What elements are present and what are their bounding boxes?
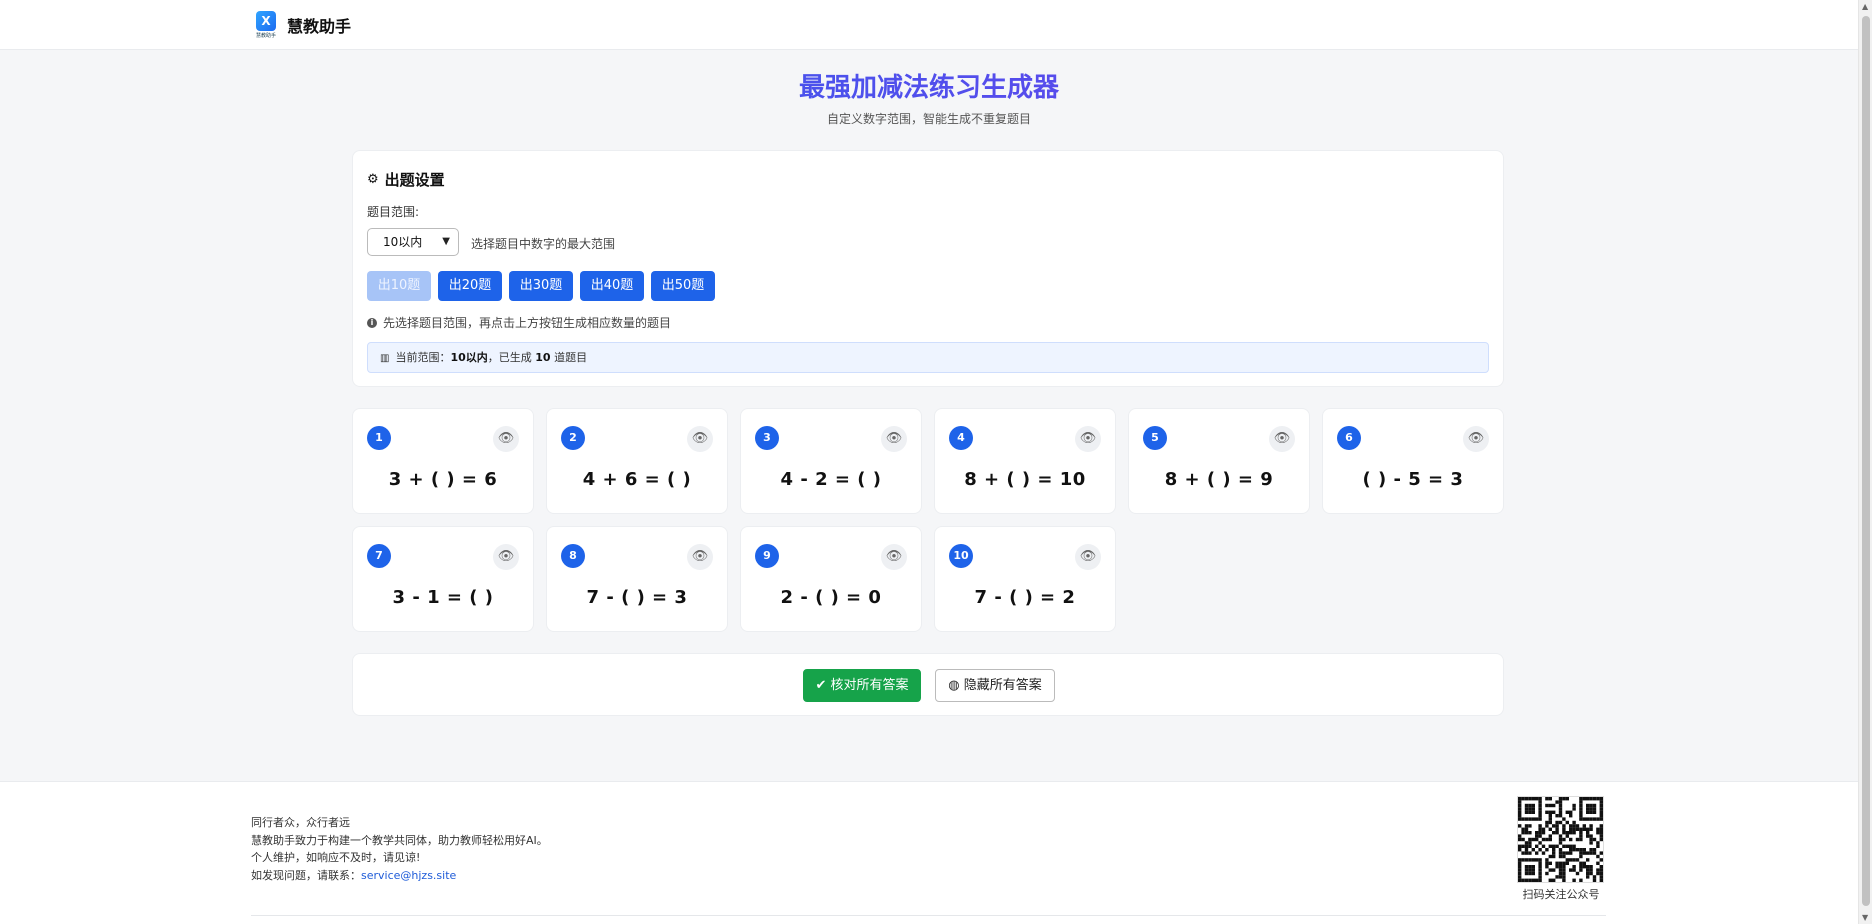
scroll-down-arrow-icon[interactable]: ▼	[1862, 913, 1868, 922]
question-number-badge: 2	[561, 426, 585, 450]
status-bar: ▥ 当前范围：10以内，已生成 10 道题目	[367, 342, 1489, 373]
eye-icon[interactable]: 👁	[881, 544, 907, 570]
top-navbar: X 慧教助手 慧教助手	[0, 0, 1858, 50]
status-count: 10	[535, 351, 551, 364]
eye-icon[interactable]: 👁	[493, 426, 519, 452]
question-card: 3 👁 4 - 2 = ( )	[740, 408, 922, 514]
info-icon: i	[367, 317, 377, 328]
check-icon: ✔	[815, 678, 827, 693]
settings-title: ⚙ 出题设置	[367, 169, 445, 190]
vertical-scrollbar[interactable]: ▲ ▼	[1858, 0, 1872, 924]
qr-code-graphic	[1518, 797, 1603, 882]
question-count-buttons: 出10题 出20题 出30题 出40题 出50题	[367, 271, 715, 301]
logo-mark: X	[256, 11, 276, 31]
actions-panel: ✔ 核对所有答案 ◍ 隐藏所有答案	[352, 653, 1504, 716]
question-card: 1 👁 3 + ( ) = 6	[352, 408, 534, 514]
brand-name: 慧教助手	[287, 17, 352, 36]
usage-tip: i 先选择题目范围，再点击上方按钮生成相应数量的题目	[367, 314, 671, 331]
settings-title-text: 出题设置	[384, 171, 445, 189]
question-card: 5 👁 8 + ( ) = 9	[1128, 408, 1310, 514]
scrollbar-thumb[interactable]	[1862, 16, 1870, 906]
check-all-answers-label: 核对所有答案	[830, 678, 909, 693]
usage-tip-text: 先选择题目范围，再点击上方按钮生成相应数量的题目	[383, 316, 672, 330]
eye-icon[interactable]: 👁	[1075, 426, 1101, 452]
question-number-badge: 8	[561, 544, 585, 568]
question-card: 4 👁 8 + ( ) = 10	[934, 408, 1116, 514]
footer-divider	[251, 915, 1606, 916]
question-card: 10 👁 7 - ( ) = 2	[934, 526, 1116, 632]
question-expression: ( ) - 5 = 3	[1362, 469, 1464, 490]
question-expression: 3 + ( ) = 6	[388, 469, 498, 490]
footer-contact-prefix: 如发现问题，请联系：	[251, 868, 361, 882]
question-card: 9 👁 2 - ( ) = 0	[740, 526, 922, 632]
generate-40-button[interactable]: 出40题	[580, 271, 644, 301]
question-number-badge: 9	[755, 544, 779, 568]
status-mid: ，已生成	[487, 351, 536, 364]
eye-icon[interactable]: 👁	[1463, 426, 1489, 452]
qr-code	[1517, 796, 1604, 883]
eye-icon[interactable]: 👁	[687, 544, 713, 570]
generate-50-button[interactable]: 出50题	[651, 271, 715, 301]
eye-icon[interactable]: 👁	[881, 426, 907, 452]
page-title: 最强加减法练习生成器	[0, 70, 1858, 106]
eye-slash-icon: ◍	[948, 678, 960, 693]
generate-10-button[interactable]: 出10题	[367, 271, 431, 301]
footer-slogan: 同行者众，众行者远	[251, 816, 350, 829]
question-number-badge: 4	[949, 426, 973, 450]
qr-caption: 扫码关注公众号	[1522, 888, 1600, 901]
settings-panel: ⚙ 出题设置 题目范围: 10以内 ▼ 选择题目中数字的最大范围 出10题 出2…	[352, 150, 1504, 387]
question-card: 8 👁 7 - ( ) = 3	[546, 526, 728, 632]
range-label: 题目范围:	[367, 205, 420, 219]
hide-all-answers-label: 隐藏所有答案	[963, 678, 1042, 693]
question-expression: 7 - ( ) = 2	[974, 587, 1076, 608]
page-subtitle: 自定义数字范围，智能生成不重复题目	[826, 112, 1031, 126]
status-suffix: 道题目	[550, 351, 588, 364]
question-expression: 4 + 6 = ( )	[582, 469, 692, 490]
footer-mission: 慧教助手致力于构建一个教学共同体，助力教师轻松用好AI。	[251, 833, 548, 847]
logo-caption: 慧教助手	[255, 33, 276, 39]
question-expression: 8 + ( ) = 10	[964, 469, 1086, 490]
question-number-badge: 1	[367, 426, 391, 450]
scroll-up-arrow-icon[interactable]: ▲	[1862, 2, 1868, 11]
range-select-value: 10以内	[383, 235, 423, 249]
question-number-badge: 10	[949, 544, 973, 568]
question-number-badge: 7	[367, 544, 391, 568]
generate-20-button[interactable]: 出20题	[438, 271, 502, 301]
question-expression: 3 - 1 = ( )	[392, 587, 494, 608]
hide-all-answers-button[interactable]: ◍ 隐藏所有答案	[935, 669, 1055, 702]
eye-icon[interactable]: 👁	[493, 544, 519, 570]
eye-icon[interactable]: 👁	[1269, 426, 1295, 452]
question-expression: 2 - ( ) = 0	[780, 587, 882, 608]
bar-chart-icon: ▥	[380, 353, 390, 364]
question-number-badge: 5	[1143, 426, 1167, 450]
chevron-down-icon: ▼	[442, 236, 450, 247]
hero: 最强加减法练习生成器 自定义数字范围，智能生成不重复题目	[0, 70, 1858, 127]
footer-text: 同行者众，众行者远 慧教助手致力于构建一个教学共同体，助力教师轻松用好AI。 个…	[251, 814, 548, 884]
question-expression: 7 - ( ) = 3	[586, 587, 688, 608]
footer-maintenance-note: 个人维护，如响应不及时，请见谅!	[251, 851, 421, 864]
status-range: 10以内	[450, 351, 488, 364]
footer: 同行者众，众行者远 慧教助手致力于构建一个教学共同体，助力教师轻松用好AI。 个…	[0, 781, 1858, 924]
logo: X 慧教助手	[253, 11, 279, 39]
question-number-badge: 3	[755, 426, 779, 450]
brand[interactable]: X 慧教助手 慧教助手	[253, 11, 351, 39]
question-expression: 4 - 2 = ( )	[780, 469, 882, 490]
range-select[interactable]: 10以内 ▼	[367, 228, 459, 256]
eye-icon[interactable]: 👁	[1075, 544, 1101, 570]
eye-icon[interactable]: 👁	[687, 426, 713, 452]
question-expression: 8 + ( ) = 9	[1164, 469, 1274, 490]
check-all-answers-button[interactable]: ✔ 核对所有答案	[803, 669, 921, 702]
gear-icon: ⚙	[367, 172, 379, 187]
footer-contact: 如发现问题，请联系：service@hjzs.site	[251, 867, 548, 885]
status-prefix: 当前范围：	[395, 351, 451, 364]
question-number-badge: 6	[1337, 426, 1361, 450]
question-card: 7 👁 3 - 1 = ( )	[352, 526, 534, 632]
range-hint: 选择题目中数字的最大范围	[471, 237, 616, 251]
question-card: 2 👁 4 + 6 = ( )	[546, 408, 728, 514]
generate-30-button[interactable]: 出30题	[509, 271, 573, 301]
contact-email-link[interactable]: service@hjzs.site	[361, 869, 456, 882]
question-card: 6 👁 ( ) - 5 = 3	[1322, 408, 1504, 514]
